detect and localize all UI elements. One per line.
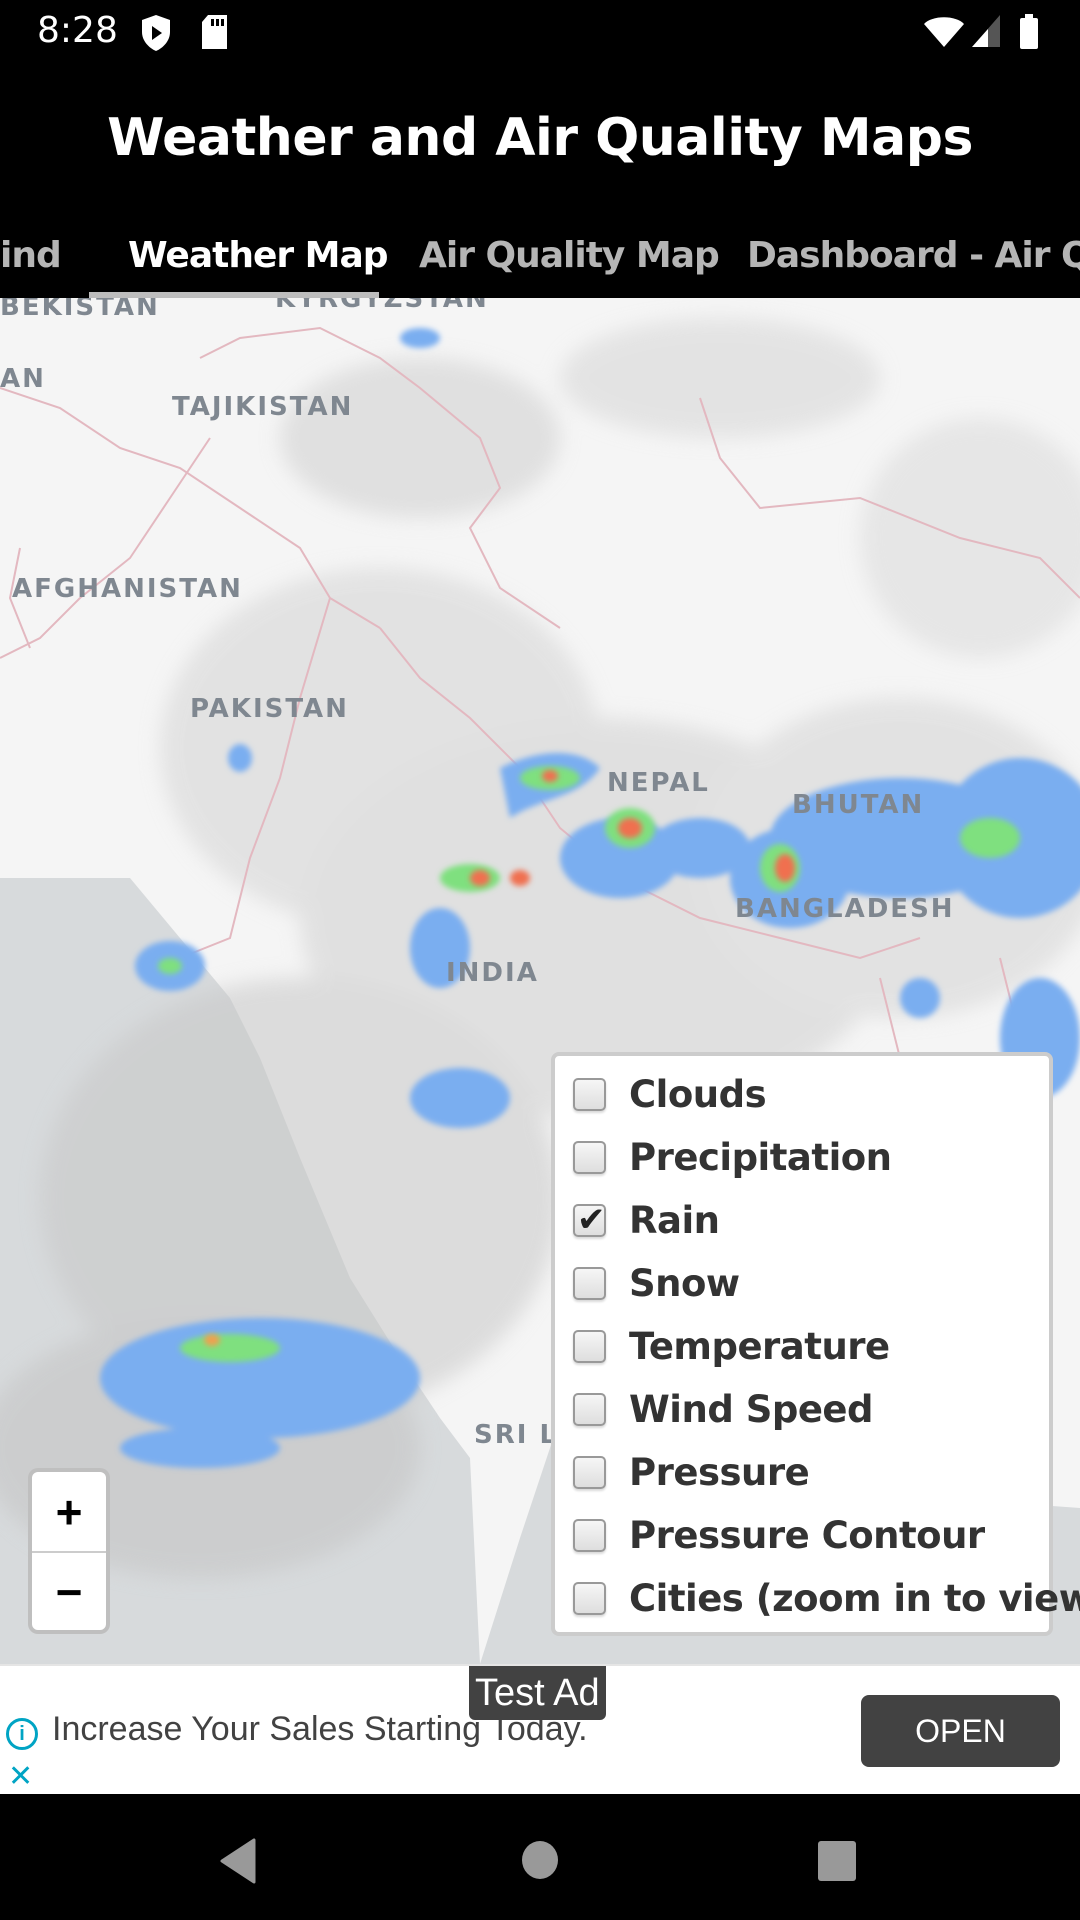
layer-checkbox-rain[interactable]: ✔	[573, 1201, 606, 1239]
layer-option-rain[interactable]: ✔ Rain	[573, 1195, 720, 1245]
ad-open-button[interactable]: OPEN	[861, 1695, 1060, 1767]
map-label-tajikistan: TAJIKISTAN	[172, 392, 354, 422]
map-label-bhutan: BHUTAN	[792, 790, 925, 820]
app-title: Weather and Air Quality Maps	[107, 108, 973, 168]
tab-bar: ind Weather Map Air Quality Map Dashboar…	[0, 216, 1080, 298]
layer-checkbox-clouds[interactable]	[573, 1077, 606, 1111]
layer-checkbox-pressure-contour[interactable]	[573, 1518, 606, 1552]
map-zoom-control: + −	[28, 1468, 110, 1634]
layer-checkbox-snow[interactable]	[573, 1266, 606, 1300]
rain-cell	[410, 1068, 510, 1128]
layer-option-temperature[interactable]: Temperature	[573, 1321, 890, 1371]
app-bar: Weather and Air Quality Maps ind Weather…	[0, 66, 1080, 298]
tab-air-quality-map[interactable]: Air Quality Map	[419, 216, 720, 298]
sd-card-icon	[202, 15, 227, 49]
rain-cell	[400, 328, 440, 348]
rain-cell	[100, 1318, 420, 1438]
layer-option-wind-speed[interactable]: Wind Speed	[573, 1384, 874, 1434]
layer-label: Pressure Contour	[629, 1513, 985, 1557]
rain-cell	[900, 978, 940, 1018]
tab-wind[interactable]: ind	[0, 216, 62, 298]
layer-label: Snow	[629, 1261, 740, 1305]
back-icon[interactable]	[218, 1838, 258, 1884]
layer-label: Precipitation	[629, 1135, 892, 1179]
map-label-sri-lanka: SRI L	[474, 1420, 559, 1450]
home-icon[interactable]	[521, 1840, 559, 1880]
tab-dashboard-air-quality[interactable]: Dashboard - Air Qual	[747, 216, 1080, 298]
map-label-kyrgyzstan: KYRGYZSTAN	[275, 298, 489, 314]
shield-play-icon	[142, 15, 170, 51]
layer-label: Rain	[629, 1198, 720, 1242]
layer-label: Cities (zoom in to view)	[629, 1576, 1080, 1620]
layer-checkbox-temperature[interactable]	[573, 1329, 606, 1363]
layer-option-pressure[interactable]: Pressure	[573, 1447, 810, 1497]
ad-close-icon[interactable]: ✕	[8, 1762, 33, 1792]
map-label-turkmenistan: AN	[0, 364, 46, 394]
rain-cell	[120, 1428, 280, 1468]
ad-banner[interactable]: i ✕ Increase Your Sales Starting Today. …	[0, 1664, 1080, 1796]
map-label-bangladesh: BANGLADESH	[735, 894, 955, 924]
layer-option-clouds[interactable]: Clouds	[573, 1069, 767, 1119]
cell-signal-icon	[972, 15, 1000, 47]
ad-info-icon[interactable]: i	[6, 1718, 38, 1750]
status-bar: 8:28	[0, 0, 1080, 66]
map-label-nepal: NEPAL	[607, 768, 710, 798]
test-ad-badge: Test Ad	[469, 1666, 606, 1720]
layer-checkbox-wind-speed[interactable]	[573, 1392, 606, 1426]
layer-option-precipitation[interactable]: Precipitation	[573, 1132, 892, 1182]
tab-weather-map[interactable]: Weather Map	[128, 216, 389, 298]
layer-option-cities[interactable]: Cities (zoom in to view)	[573, 1573, 1080, 1623]
map-label-pakistan: PAKISTAN	[190, 694, 349, 724]
layer-label: Temperature	[629, 1324, 890, 1368]
recents-icon[interactable]	[817, 1840, 857, 1882]
layer-checkbox-precipitation[interactable]	[573, 1140, 606, 1174]
layer-option-pressure-contour[interactable]: Pressure Contour	[573, 1510, 985, 1560]
rain-cell	[228, 744, 252, 772]
layer-control-panel: Clouds Precipitation ✔ Rain Snow Tempera…	[551, 1052, 1080, 1636]
checkmark-icon: ✔	[577, 1200, 606, 1239]
layer-label: Wind Speed	[629, 1387, 874, 1431]
layer-checkbox-cities[interactable]	[573, 1581, 606, 1615]
layer-label: Pressure	[629, 1450, 810, 1494]
zoom-out-button[interactable]: −	[32, 1552, 106, 1631]
layer-checkbox-pressure[interactable]	[573, 1455, 606, 1489]
layer-option-snow[interactable]: Snow	[573, 1258, 740, 1308]
map-label-afghanistan: AFGHANISTAN	[12, 574, 243, 604]
system-nav-bar	[0, 1794, 1080, 1920]
zoom-in-button[interactable]: +	[32, 1472, 106, 1553]
map-label-uzbekistan: BEKISTAN	[0, 298, 160, 322]
status-time: 8:28	[37, 10, 118, 51]
layer-label: Clouds	[629, 1072, 767, 1116]
wifi-icon	[924, 17, 964, 47]
battery-icon	[1020, 14, 1038, 49]
map-label-india: INDIA	[446, 958, 539, 988]
